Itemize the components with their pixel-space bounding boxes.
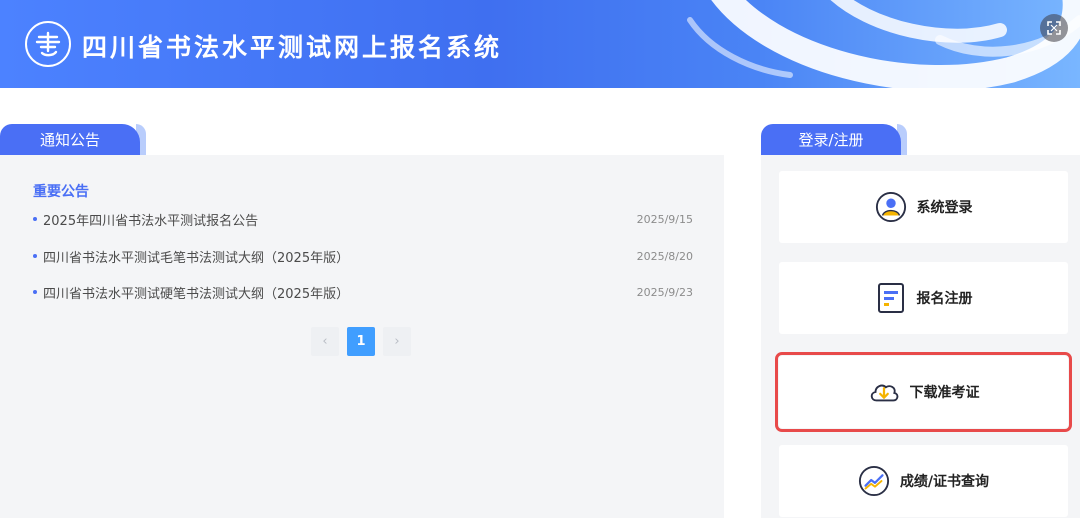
site-title: 四川省书法水平测试网上报名系统 xyxy=(82,33,503,62)
tab-login-register[interactable]: 登录/注册 xyxy=(761,124,907,155)
notice-date: 2025/9/15 xyxy=(636,212,693,226)
download-admission-ticket-button[interactable]: 下载准考证 xyxy=(775,352,1072,432)
notice-heading: 重要公告 xyxy=(33,184,89,200)
notice-title[interactable]: 四川省书法水平测试硬笔书法测试大纲（2025年版） xyxy=(43,283,637,302)
score-certificate-query-label: 成绩/证书查询 xyxy=(899,474,990,490)
login-panel: 系统登录 报名注册 下载准考证 成绩/证书查询 xyxy=(761,155,1080,518)
expand-icon xyxy=(1047,21,1061,35)
chart-query-icon xyxy=(858,465,890,497)
bullet-icon xyxy=(33,254,37,258)
system-login-button[interactable]: 系统登录 xyxy=(779,171,1068,243)
bullet-icon xyxy=(33,290,37,294)
pagination: ‹ 1 › xyxy=(311,327,411,356)
brush-swirl-decoration xyxy=(687,0,1080,88)
user-login-icon xyxy=(875,191,907,223)
register-label: 报名注册 xyxy=(916,291,973,307)
system-login-label: 系统登录 xyxy=(916,200,973,216)
notice-date: 2025/9/23 xyxy=(636,285,693,299)
fullscreen-button[interactable] xyxy=(1040,14,1068,42)
tab-notice[interactable]: 通知公告 xyxy=(0,124,146,155)
tab-login-register-label: 登录/注册 xyxy=(798,131,864,149)
calligraphy-seal-icon xyxy=(35,31,61,57)
header-banner: 四川省书法水平测试网上报名系统 xyxy=(0,0,1080,88)
next-page-button[interactable]: › xyxy=(383,327,411,356)
page-1-button[interactable]: 1 xyxy=(347,327,375,356)
site-logo xyxy=(25,21,71,67)
notice-item[interactable]: 四川省书法水平测试硬笔书法测试大纲（2025年版） 2025/9/23 xyxy=(33,282,693,302)
score-certificate-query-button[interactable]: 成绩/证书查询 xyxy=(779,445,1068,517)
notice-panel: 重要公告 2025年四川省书法水平测试报名公告 2025/9/15 四川省书法水… xyxy=(0,155,724,518)
tab-notice-label: 通知公告 xyxy=(39,131,100,149)
notice-title[interactable]: 四川省书法水平测试毛笔书法测试大纲（2025年版） xyxy=(43,247,637,266)
notice-title[interactable]: 2025年四川省书法水平测试报名公告 xyxy=(43,210,637,229)
notice-date: 2025/8/20 xyxy=(636,249,693,263)
cloud-download-icon xyxy=(868,376,900,408)
registration-form-icon xyxy=(875,282,907,314)
bullet-icon xyxy=(33,217,37,221)
download-admission-ticket-label: 下载准考证 xyxy=(909,385,980,401)
prev-page-button[interactable]: ‹ xyxy=(311,327,339,356)
register-button[interactable]: 报名注册 xyxy=(779,262,1068,334)
notice-item[interactable]: 2025年四川省书法水平测试报名公告 2025/9/15 xyxy=(33,209,693,229)
notice-item[interactable]: 四川省书法水平测试毛笔书法测试大纲（2025年版） 2025/8/20 xyxy=(33,246,693,266)
